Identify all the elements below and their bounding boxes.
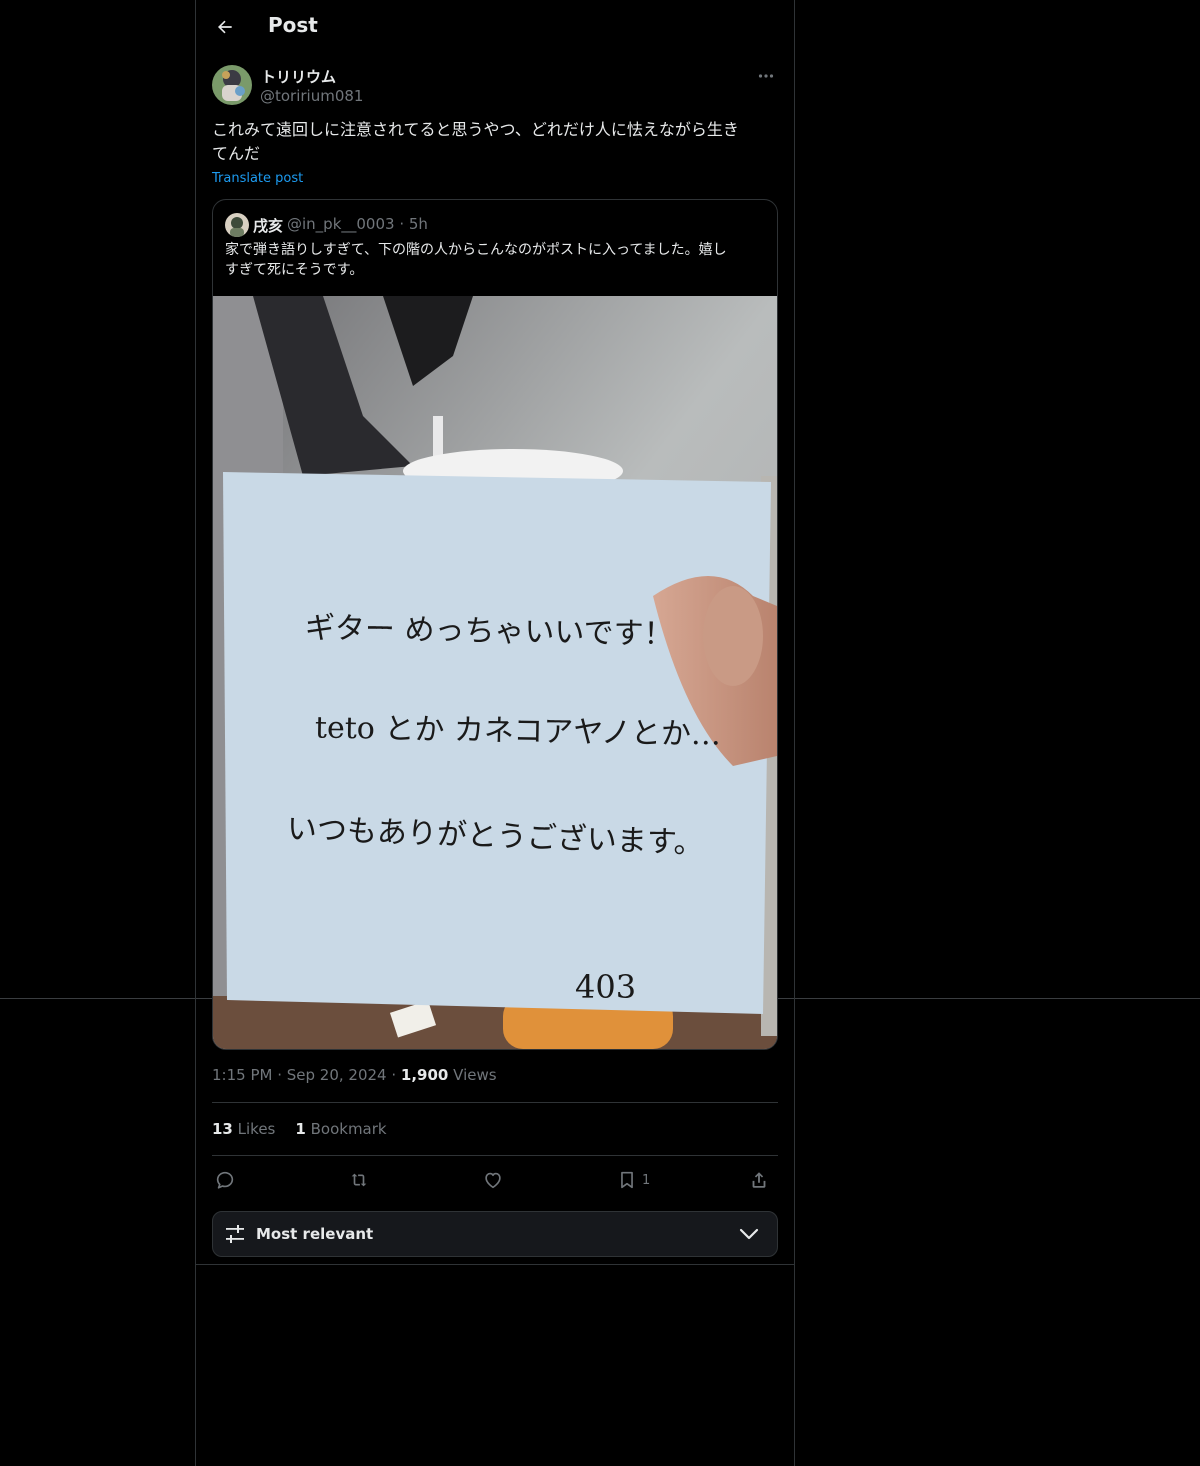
author-display-name[interactable]: トリリウム [261, 66, 336, 87]
reply-icon [216, 1171, 234, 1189]
sliders-icon [226, 1225, 244, 1243]
reply-button[interactable] [214, 1164, 236, 1196]
likes-label: Likes [237, 1120, 276, 1138]
like-icon [485, 1172, 501, 1189]
likes-count: 13 [212, 1120, 233, 1138]
note-line-1: ギター めっちゃいいです！ [304, 610, 674, 653]
bookmarks-stat[interactable]: 1 Bookmark [295, 1120, 386, 1138]
bookmark-count: 1 [642, 1172, 651, 1188]
page-header: Post [196, 0, 794, 54]
share-icon [752, 1172, 766, 1188]
page-title: Post [268, 13, 318, 37]
post-author: トリリウム @toririum081 [212, 65, 778, 107]
quote-author-avatar [225, 213, 249, 237]
repost-button[interactable] [348, 1164, 370, 1196]
reply-sort-dropdown[interactable]: Most relevant [212, 1211, 778, 1257]
bookmarks-label: Bookmark [310, 1120, 387, 1138]
views-count: 1,900 [400, 1066, 449, 1084]
post-date[interactable]: Sep 20, 2024 [287, 1066, 387, 1084]
likes-stat[interactable]: 13 Likes [212, 1120, 275, 1138]
quoted-post[interactable]: 戌亥 @in_pk__0003 · 5h 家で弾き語りしすぎて、下の階の人からこ… [212, 199, 778, 1050]
divider [212, 1102, 778, 1103]
section-divider [196, 1264, 794, 1265]
more-options-button[interactable] [754, 67, 778, 85]
quote-text: 家で弾き語りしすぎて、下の階の人からこんなのがポストに入ってました。嬉し すぎて… [225, 242, 727, 278]
quote-age: 5h [408, 215, 428, 233]
primary-column: Post トリリウム @toririum081 これみて遠回しに注意されてると思… [195, 0, 795, 1466]
like-button[interactable] [482, 1164, 504, 1196]
post-stats: 13 Likes 1 Bookmark [212, 1120, 387, 1138]
chevron-down-icon [739, 1228, 759, 1240]
author-avatar[interactable] [212, 65, 252, 105]
post-time[interactable]: 1:15 PM [212, 1066, 272, 1084]
share-button[interactable] [748, 1164, 770, 1196]
bookmark-icon [621, 1171, 633, 1189]
note-line-4: 403 [575, 968, 637, 1006]
more-icon [758, 74, 774, 78]
sort-label: Most relevant [256, 1225, 374, 1243]
post-timestamp: 1:15 PM · Sep 20, 2024 · 1,900 Views [212, 1066, 497, 1084]
quote-photo[interactable]: ギター めっちゃいいです！ teto とか カネコアヤノとか… いつもありがとう… [213, 296, 777, 1049]
action-bar: 1 [212, 1164, 778, 1196]
quote-meta: @in_pk__0003 · 5h [287, 215, 428, 233]
bookmarks-count: 1 [295, 1120, 306, 1138]
quote-author-handle: @in_pk__0003 [287, 215, 395, 233]
views-label: Views [453, 1066, 497, 1084]
post-text: これみて遠回しに注意されてると思うやつ、どれだけ人に怯えながら生き てんだ [212, 120, 739, 163]
translate-post-link[interactable]: Translate post [212, 171, 303, 186]
divider [212, 1155, 778, 1156]
retweet-icon [351, 1173, 367, 1187]
note-line-2: teto とか カネコアヤノとか… [314, 710, 722, 753]
author-handle[interactable]: @toririum081 [260, 87, 363, 105]
bookmark-button[interactable]: 1 [616, 1164, 650, 1196]
back-button[interactable] [208, 10, 242, 44]
quote-author-name: 戌亥 [253, 217, 284, 235]
back-arrow-icon [218, 20, 232, 34]
